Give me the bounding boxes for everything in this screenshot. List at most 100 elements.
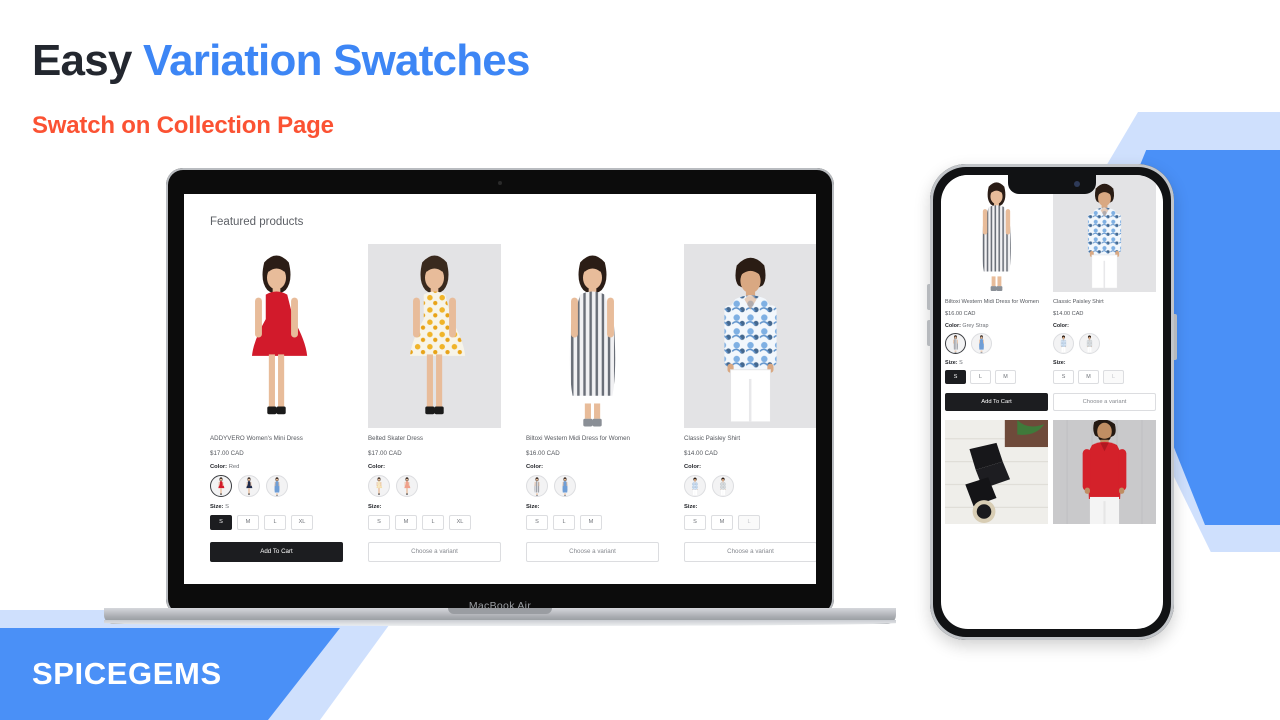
laptop-camera-icon <box>498 181 502 185</box>
size-option-m[interactable]: M <box>1078 370 1099 385</box>
size-option-s[interactable]: S <box>368 514 390 530</box>
collection-heading: Featured products <box>210 216 304 228</box>
size-option-l[interactable]: L <box>422 514 444 530</box>
add-to-cart-button[interactable]: Add To Cart <box>945 393 1048 412</box>
color-swatch-group <box>684 474 816 497</box>
product-image[interactable] <box>526 244 659 428</box>
choose-variant-button[interactable]: Choose a variant <box>368 541 501 562</box>
headline-part-one: Easy <box>32 36 132 85</box>
peach-dress-swatch[interactable] <box>396 474 418 497</box>
product-title[interactable]: Biltoxi Western Midi Dress for Women <box>526 435 659 444</box>
page-subtitle: Swatch on Collection Page <box>32 112 334 139</box>
grey-strap-dress-swatch[interactable] <box>526 474 548 497</box>
size-option-s[interactable]: S <box>945 370 966 385</box>
blue-dress-swatch[interactable] <box>971 333 992 355</box>
phone-volume-down-button[interactable] <box>927 320 930 346</box>
blue-paisley-shirt-swatch[interactable] <box>684 474 706 497</box>
product-price: $14.00 CAD <box>684 449 718 457</box>
product-title[interactable]: Belted Skater Dress <box>368 435 501 444</box>
size-option-s[interactable]: S <box>1053 370 1074 385</box>
grey-strap-dress-swatch[interactable] <box>945 333 966 355</box>
grey-paisley-shirt-swatch[interactable] <box>1079 333 1100 355</box>
size-option-s[interactable]: S <box>210 514 232 530</box>
floral-dress-swatch[interactable] <box>368 474 390 497</box>
color-swatch-group <box>945 333 1048 355</box>
choose-variant-button[interactable]: Choose a variant <box>1053 393 1156 412</box>
slide-canvas: Easy Variation Swatches Swatch on Collec… <box>0 0 1280 720</box>
color-label-text: Color: <box>526 463 544 470</box>
size-option-m[interactable]: M <box>237 514 259 530</box>
size-selected-value: S <box>959 360 963 367</box>
phone-power-button[interactable] <box>1174 314 1177 360</box>
product-title[interactable]: Biltoxi Western Midi Dress for Women <box>945 298 1048 306</box>
size-label-text: Size: <box>526 503 540 510</box>
size-option-l: L <box>1103 370 1124 385</box>
size-label-text: Size: <box>210 503 224 510</box>
color-option-label: Color: Red <box>210 464 343 470</box>
size-option-s[interactable]: S <box>684 514 706 530</box>
phone-screen: Biltoxi Western Midi Dress for Women $16.… <box>941 175 1163 629</box>
grey-paisley-shirt-swatch[interactable] <box>712 474 734 497</box>
red-kurta-product-image[interactable] <box>1053 420 1156 525</box>
choose-variant-button[interactable]: Choose a variant <box>684 541 816 562</box>
size-option-l[interactable]: L <box>970 370 991 385</box>
size-option-group: S M L XL <box>368 514 501 530</box>
product-card[interactable]: Belted Skater Dress $17.00 CAD Color: Size:… <box>368 244 501 562</box>
product-image[interactable] <box>210 244 343 428</box>
size-option-xl[interactable]: XL <box>449 514 471 530</box>
size-option-s[interactable]: S <box>526 514 548 530</box>
product-price: $17.00 CAD <box>368 449 402 457</box>
color-option-label: Color: <box>1053 323 1156 329</box>
laptop-screen: Featured products ADDYVERO Women's Mini … <box>184 194 816 584</box>
product-price: $16.00 CAD <box>945 311 976 318</box>
size-option-l[interactable]: L <box>553 514 575 530</box>
blue-paisley-shirt-swatch[interactable] <box>1053 333 1074 355</box>
color-swatch-group <box>210 474 343 497</box>
brand-logo: SPICEGEMS <box>32 656 222 691</box>
size-option-xl[interactable]: XL <box>291 514 313 530</box>
size-option-l[interactable]: L <box>264 514 286 530</box>
product-image[interactable] <box>684 244 816 428</box>
size-label-text: Size: <box>684 503 698 510</box>
product-title[interactable]: ADDYVERO Women's Mini Dress <box>210 435 343 444</box>
size-option-m[interactable]: M <box>395 514 417 530</box>
phone-mockup: Biltoxi Western Midi Dress for Women $16.… <box>927 164 1177 640</box>
size-option-m[interactable]: M <box>995 370 1016 385</box>
phone-bottom-image-row <box>941 411 1163 525</box>
blue-dress-swatch[interactable] <box>266 474 288 497</box>
product-card[interactable]: Classic Paisley Shirt $14.00 CAD Color: Siz… <box>684 244 816 562</box>
product-card[interactable]: ADDYVERO Women's Mini Dress $17.00 CAD Col… <box>210 244 343 562</box>
product-title[interactable]: Classic Paisley Shirt <box>1053 298 1156 306</box>
color-option-label: Color: <box>368 464 501 470</box>
product-card[interactable]: Classic Paisley Shirt $14.00 CAD Color: Siz… <box>1053 175 1156 412</box>
product-price: $17.00 CAD <box>210 449 244 457</box>
size-option-group: SLM <box>526 514 659 530</box>
size-option-m[interactable]: M <box>580 514 602 530</box>
size-option-group: S M L XL <box>210 514 343 530</box>
color-swatch-group <box>1053 333 1156 355</box>
color-swatch-group <box>526 474 659 497</box>
phone-notch <box>1008 175 1096 194</box>
size-option-group: SLM <box>945 370 1048 385</box>
size-option-label: Size: <box>684 504 816 510</box>
color-selected-value: Red <box>228 463 240 470</box>
phone-volume-up-button[interactable] <box>927 284 930 310</box>
color-label-text: Color: <box>1053 323 1069 330</box>
product-image[interactable] <box>368 244 501 428</box>
product-card[interactable]: Biltoxi Western Midi Dress for Women $16.… <box>945 175 1048 412</box>
navy-dress-swatch[interactable] <box>238 474 260 497</box>
page-title: Easy Variation Swatches <box>32 36 530 86</box>
size-option-m[interactable]: M <box>711 514 733 530</box>
black-belt-product-image[interactable] <box>945 420 1048 525</box>
color-selected-value: Grey Strap <box>962 323 989 330</box>
blue-dress-swatch[interactable] <box>554 474 576 497</box>
size-selected-value: S <box>225 503 230 510</box>
product-card[interactable]: Biltoxi Western Midi Dress for Women $16.… <box>526 244 659 562</box>
choose-variant-button[interactable]: Choose a variant <box>526 541 659 562</box>
add-to-cart-button[interactable]: Add To Cart <box>210 541 343 562</box>
laptop-lid: Featured products ADDYVERO Women's Mini … <box>166 168 834 616</box>
red-dress-swatch[interactable] <box>210 474 232 497</box>
product-grid: ADDYVERO Women's Mini Dress $17.00 CAD Col… <box>210 244 816 562</box>
product-title[interactable]: Classic Paisley Shirt <box>684 435 816 444</box>
color-option-label: Color: <box>684 464 816 470</box>
